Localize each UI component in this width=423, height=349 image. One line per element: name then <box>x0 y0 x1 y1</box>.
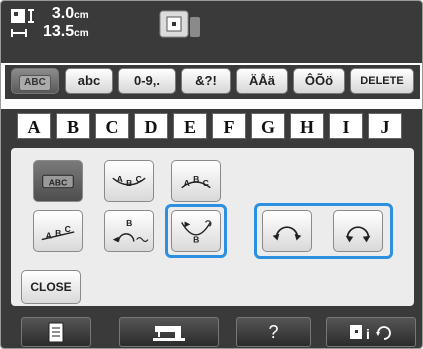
width-unit: cm <box>74 28 89 39</box>
circle-top-layout-button[interactable]: B <box>104 210 154 252</box>
straight-layout-button[interactable]: ABC <box>33 160 83 202</box>
help-icon: ? <box>268 322 279 342</box>
bottom-bar: ? i <box>1 313 422 348</box>
tab-accented-a[interactable]: ÄÅä <box>236 68 288 94</box>
document-icon <box>48 322 64 343</box>
tab-uppercase-label: ABC <box>19 75 51 91</box>
svg-text:C: C <box>65 224 71 234</box>
key-i[interactable]: I <box>329 113 363 139</box>
highlight-curve-adjust <box>254 203 393 259</box>
help-button[interactable]: ? <box>236 317 311 347</box>
status-bar: 3.0cm 13.5cm <box>1 1 422 63</box>
delete-button[interactable]: DELETE <box>350 68 414 94</box>
close-button[interactable]: CLOSE <box>21 270 81 304</box>
tab-lowercase[interactable]: abc <box>65 68 113 94</box>
key-b[interactable]: B <box>56 113 90 139</box>
font-tab-bar: ABC abc 0-9,. &?! ÄÅä ÔÕö DELETE <box>5 65 420 99</box>
sewing-machine-icon <box>153 326 185 341</box>
svg-text:C: C <box>136 174 142 184</box>
key-c[interactable]: C <box>95 113 129 139</box>
letter-key-row: A B C D E F G H I J <box>1 109 422 143</box>
pattern-list-button[interactable] <box>21 317 91 347</box>
svg-text:A: A <box>46 231 52 241</box>
arc-down-small-layout-icon: A B C <box>181 174 211 189</box>
key-h[interactable]: H <box>290 113 324 139</box>
key-e[interactable]: E <box>173 113 207 139</box>
tab-symbols[interactable]: &?! <box>181 68 231 94</box>
svg-text:C: C <box>203 178 209 188</box>
svg-text:B: B <box>193 174 199 184</box>
arc-up-layout-icon: A B C <box>112 174 146 188</box>
tab-uppercase[interactable]: ABC <box>11 68 59 94</box>
svg-text:A: A <box>184 178 190 188</box>
embroidery-screen: 3.0cm 13.5cm ABC abc 0-9,. &?! ÄÅä ÔÕö D… <box>0 0 423 349</box>
key-f[interactable]: F <box>212 113 246 139</box>
svg-text:B: B <box>126 178 132 188</box>
machine-settings-button[interactable] <box>119 317 219 347</box>
svg-text:A: A <box>117 174 123 184</box>
straight-layout-text: ABC <box>49 177 68 187</box>
height-value: 3.0 <box>51 5 75 22</box>
highlight-circle-bottom <box>165 204 227 258</box>
pattern-size-icon <box>9 7 37 41</box>
key-g[interactable]: G <box>251 113 285 139</box>
layout-options-panel: ABC A B C A B C A B C B B CLOSE <box>11 148 414 306</box>
embroidery-frame-icon <box>158 9 202 39</box>
tab-numbers[interactable]: 0-9,. <box>118 68 176 94</box>
layout-panel-area: ABC A B C A B C A B C B B CLOSE <box>1 143 422 313</box>
width-value: 13.5 <box>43 23 75 40</box>
arc-down-small-layout-button[interactable]: A B C <box>171 160 221 202</box>
tab-accented-o[interactable]: ÔÕö <box>293 68 345 94</box>
key-a[interactable]: A <box>17 113 51 139</box>
arc-up-layout-button[interactable]: A B C <box>104 160 154 202</box>
embroidery-info-button[interactable]: i <box>326 317 416 347</box>
key-d[interactable]: D <box>134 113 168 139</box>
circle-top-layout-icon: B <box>112 218 149 243</box>
diagonal-layout-button[interactable]: A B C <box>33 210 83 252</box>
circle-top-layout-text: B <box>126 218 132 228</box>
key-j[interactable]: J <box>368 113 402 139</box>
svg-text:i: i <box>366 326 370 342</box>
diagonal-layout-icon: A B C <box>41 224 75 241</box>
embroidery-info-icon: i <box>350 325 391 342</box>
straight-layout-icon: ABC <box>42 174 74 189</box>
height-unit: cm <box>74 10 89 21</box>
svg-text:B: B <box>55 228 61 238</box>
pattern-size-readout: 3.0cm 13.5cm <box>43 6 89 42</box>
